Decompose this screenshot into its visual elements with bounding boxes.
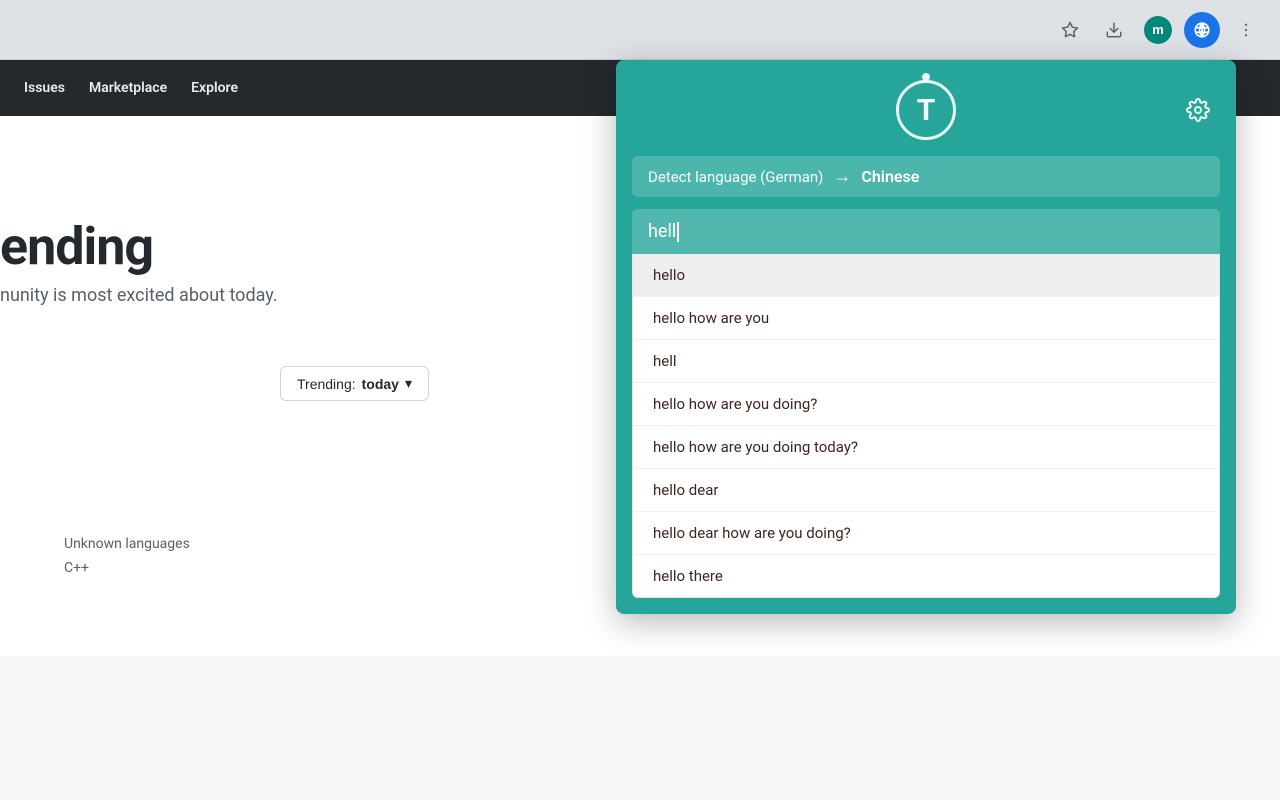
extension-popup: T Detect language (German) → Chinese hel… [616, 60, 1236, 614]
bookmark-button[interactable] [1052, 12, 1088, 48]
settings-button[interactable] [1180, 92, 1216, 128]
more-button[interactable] [1228, 12, 1264, 48]
suggestion-item[interactable]: hello dear how are you doing? [633, 512, 1219, 555]
popup-header: T [616, 60, 1236, 156]
suggestion-item[interactable]: hello how are you doing? [633, 383, 1219, 426]
popup-logo: T [672, 80, 1180, 140]
suggestion-item[interactable]: hello dear [633, 469, 1219, 512]
suggestion-item[interactable]: hell [633, 340, 1219, 383]
search-area: hell [632, 209, 1220, 254]
cpp-label: C++ [32, 560, 190, 576]
text-cursor [677, 222, 679, 242]
lang-arrow-icon: → [833, 166, 851, 187]
input-text: hell [648, 221, 676, 242]
dest-language: Chinese [861, 167, 919, 186]
trending-label: Trending: [297, 376, 356, 392]
input-display: hell [648, 221, 679, 242]
suggestion-item[interactable]: hello there [633, 555, 1219, 597]
logo-letter: T [917, 93, 936, 128]
nav-item-issues[interactable]: Issues [24, 80, 65, 96]
logo-circle: T [896, 80, 956, 140]
language-bar[interactable]: Detect language (German) → Chinese [632, 156, 1220, 197]
account-button[interactable]: m [1140, 12, 1176, 48]
trending-period: today [362, 376, 399, 392]
nav-item-explore[interactable]: Explore [191, 80, 238, 96]
suggestions-list: hello hello how are you hell hello how a… [632, 254, 1220, 598]
dropdown-arrow-icon: ▾ [405, 375, 412, 392]
suggestion-item[interactable]: hello how are you [633, 297, 1219, 340]
suggestion-item[interactable]: hello how are you doing today? [633, 426, 1219, 469]
translate-extension-button[interactable] [1184, 12, 1220, 48]
suggestion-item[interactable]: hello [633, 254, 1219, 297]
unknown-lang-label: Unknown languages [32, 536, 190, 552]
download-button[interactable] [1096, 12, 1132, 48]
nav-item-marketplace[interactable]: Marketplace [89, 80, 167, 96]
chrome-toolbar: m [0, 0, 1280, 60]
source-language: Detect language (German) [648, 168, 823, 186]
avatar: m [1144, 16, 1172, 44]
trending-period-button[interactable]: Trending: today ▾ [280, 366, 429, 401]
